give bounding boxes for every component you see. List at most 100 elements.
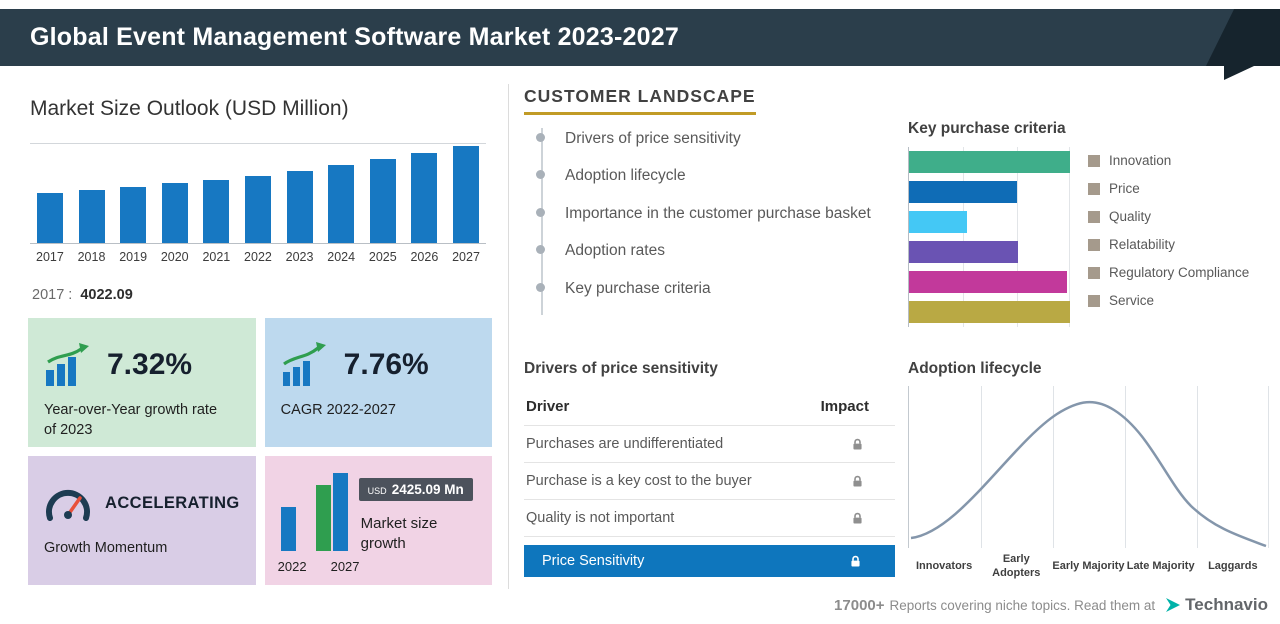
stage-label: Innovators (908, 552, 980, 582)
mini-bar-growth (316, 485, 331, 551)
header-decor (1206, 9, 1280, 66)
footer-text: Reports covering niche topics. Read them… (890, 598, 1156, 613)
customer-landscape-title: CUSTOMER LANDSCAPE (524, 86, 756, 115)
legend-swatch-icon (1088, 155, 1100, 167)
mini-year-end: 2027 (331, 559, 360, 574)
highlight-label: Price Sensitivity (542, 553, 644, 569)
legend-swatch-icon (1088, 295, 1100, 307)
impact-column-header: Impact (821, 398, 869, 415)
momentum-label: Growth Momentum (44, 539, 229, 559)
trend-up-icon (281, 342, 331, 388)
market-bar-box (37, 143, 63, 243)
driver-label: Purchase is a key cost to the buyer (526, 473, 752, 489)
legend-label: Price (1109, 181, 1140, 196)
ps-rows: Purchases are undifferentiatedPurchase i… (524, 425, 895, 537)
market-bar-box (287, 143, 313, 243)
lock-icon (850, 437, 865, 452)
year-label: 2024 (327, 250, 355, 264)
adoption-lifecycle-chart (908, 386, 1269, 548)
criteria-bar (909, 211, 967, 233)
market-size-bar (411, 153, 437, 243)
lock-icon (848, 554, 863, 569)
infographic-page: Global Event Management Software Market … (0, 0, 1280, 624)
market-size-bar (453, 146, 479, 243)
mini-bar-2022 (281, 507, 296, 551)
market-bar-box (453, 143, 479, 243)
year-label: 2027 (452, 250, 480, 264)
market-bar-box (203, 143, 229, 243)
yoy-value: 7.32% (107, 348, 192, 382)
cagr-stat-row: 7.76% (281, 340, 476, 390)
legend-item: Price (1088, 181, 1249, 196)
base-year-label: 2017 : (32, 287, 72, 303)
legend-item: Regulatory Compliance (1088, 265, 1249, 280)
market-bar-box (411, 143, 437, 243)
footer: 17000+ Reports covering niche topics. Re… (834, 595, 1268, 615)
market-bar-column: 2021 (202, 143, 230, 264)
vertical-divider (508, 84, 509, 589)
market-bar-box (120, 143, 146, 243)
criteria-bar (909, 301, 1070, 323)
mini-chart-years: 2022 2027 (278, 559, 360, 574)
legend-label: Service (1109, 293, 1154, 308)
header: Global Event Management Software Market … (0, 9, 1280, 66)
landscape-item: Drivers of price sensitivity (543, 128, 873, 149)
legend-label: Innovation (1109, 153, 1171, 168)
momentum-stat-row: ACCELERATING (44, 478, 240, 528)
market-bar-column: 2022 (244, 143, 272, 264)
year-label: 2018 (78, 250, 106, 264)
speedometer-icon (44, 482, 92, 524)
criteria-bar (909, 181, 1017, 203)
lock-icon (850, 511, 865, 526)
criteria-bar (909, 151, 1070, 173)
bell-curve (909, 386, 1269, 548)
market-size-bar (245, 176, 271, 243)
yoy-stat-row: 7.32% (44, 340, 240, 390)
market-size-bar (79, 190, 105, 243)
driver-label: Quality is not important (526, 510, 674, 526)
mini-bar-chart (281, 473, 348, 551)
technavio-mark-icon (1165, 597, 1181, 613)
chart-axis-line (30, 243, 486, 244)
legend-item: Innovation (1088, 153, 1249, 168)
market-bar-column: 2020 (161, 143, 189, 264)
market-bar-box (328, 143, 354, 243)
market-size-bar (37, 193, 63, 243)
year-label: 2026 (410, 250, 438, 264)
customer-landscape-list: Drivers of price sensitivityAdoption lif… (541, 128, 873, 315)
landscape-item: Importance in the customer purchase bask… (543, 203, 873, 224)
cagr-label: CAGR 2022-2027 (281, 401, 466, 421)
market-bar-box (162, 143, 188, 243)
market-size-bar (370, 159, 396, 243)
stat-cards: 7.32% Year-over-Year growth rate of 2023… (28, 318, 492, 585)
mini-year-start: 2022 (278, 559, 307, 574)
market-bar-box (245, 143, 271, 243)
driver-row: Quality is not important (524, 499, 895, 536)
base-year-line: 2017 : 4022.09 (32, 287, 133, 303)
legend-swatch-icon (1088, 239, 1100, 251)
ps-table-header: Driver Impact (524, 390, 895, 425)
legend-label: Relatability (1109, 237, 1175, 252)
kpc-chart (908, 147, 1070, 327)
year-label: 2023 (286, 250, 314, 264)
market-bar-column: 2027 (452, 143, 480, 264)
year-label: 2022 (244, 250, 272, 264)
market-bar-column: 2025 (369, 143, 397, 264)
key-purchase-criteria-title: Key purchase criteria (908, 120, 1066, 138)
badge-value: 2425.09 Mn (392, 482, 464, 497)
price-sensitivity-table: Driver Impact Purchases are undifferenti… (524, 390, 895, 577)
year-label: 2019 (119, 250, 147, 264)
legend-item: Quality (1088, 209, 1249, 224)
driver-row: Purchase is a key cost to the buyer (524, 462, 895, 499)
cagr-value: 7.76% (344, 348, 429, 382)
year-label: 2021 (202, 250, 230, 264)
price-sensitivity-highlight: Price Sensitivity (524, 545, 895, 577)
market-size-bar (328, 165, 354, 243)
market-bar-column: 2026 (410, 143, 438, 264)
market-size-bar (162, 183, 188, 243)
adoption-stage-labels: InnovatorsEarly AdoptersEarly MajorityLa… (908, 552, 1269, 582)
cagr-card: 7.76% CAGR 2022-2027 (265, 318, 492, 447)
year-label: 2025 (369, 250, 397, 264)
market-size-bar (287, 171, 313, 243)
legend-label: Quality (1109, 209, 1151, 224)
